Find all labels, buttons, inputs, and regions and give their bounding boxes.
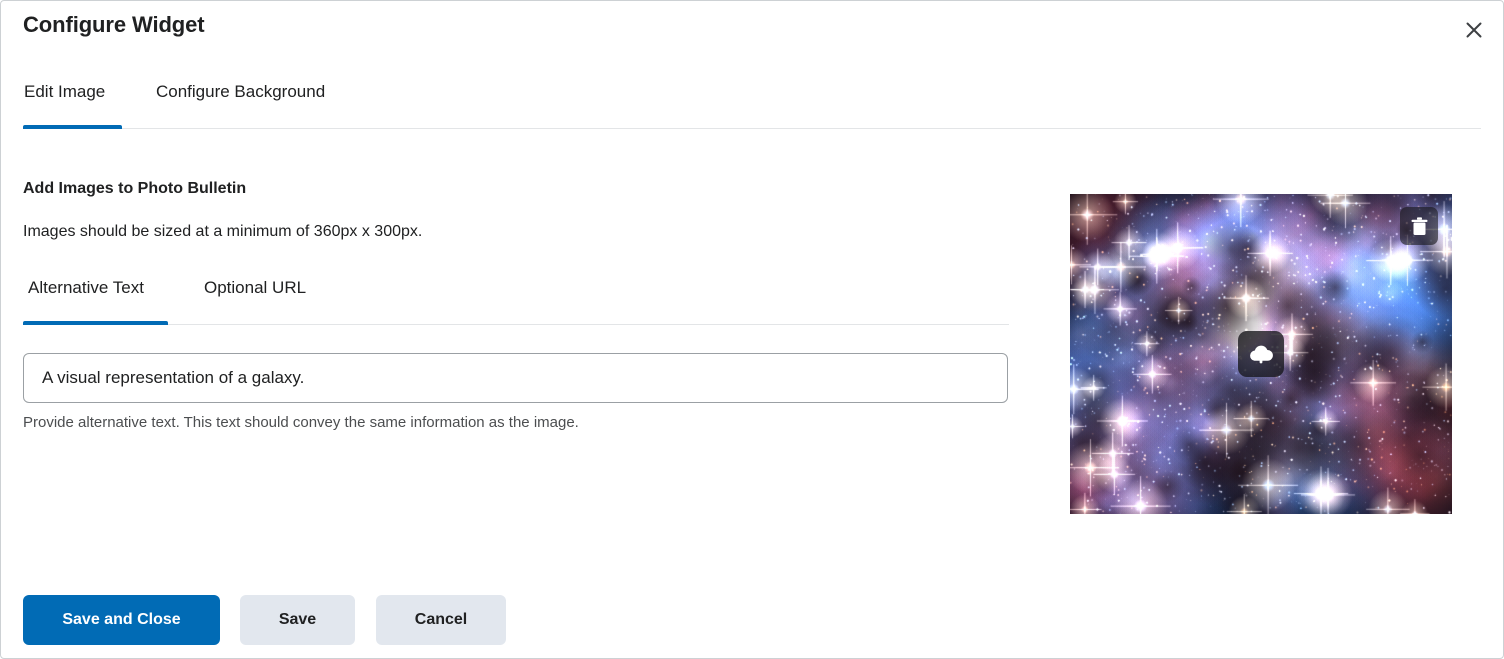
page-title: Configure Widget — [23, 12, 205, 38]
subtabs-divider — [23, 324, 1009, 325]
image-preview — [1070, 194, 1452, 514]
tab-edit-image[interactable]: Edit Image — [23, 81, 106, 117]
section-heading: Add Images to Photo Bulletin — [23, 180, 246, 198]
close-icon — [1465, 21, 1483, 39]
subtab-alternative-text[interactable]: Alternative Text — [27, 277, 145, 313]
subtab-optional-url[interactable]: Optional URL — [203, 277, 307, 313]
delete-image-button[interactable] — [1400, 207, 1438, 245]
trash-icon — [1411, 217, 1428, 236]
close-button[interactable] — [1457, 13, 1491, 47]
cloud-upload-icon — [1248, 343, 1274, 365]
alt-text-url-subtabs: Alternative Text Optional URL — [1, 277, 1009, 325]
alt-text-help: Provide alternative text. This text shou… — [23, 414, 579, 431]
primary-tabs: Edit Image Configure Background — [1, 81, 1503, 129]
active-subtab-indicator — [23, 321, 168, 325]
tab-configure-background[interactable]: Configure Background — [155, 81, 326, 117]
cancel-button[interactable]: Cancel — [376, 595, 506, 645]
save-button[interactable]: Save — [240, 595, 355, 645]
dialog-body: Add Images to Photo Bulletin Images shou… — [1, 129, 1503, 658]
dialog-header: Configure Widget — [1, 1, 1503, 57]
dialog-footer: Save and Close Save Cancel — [1, 584, 1503, 658]
save-and-close-button[interactable]: Save and Close — [23, 595, 220, 645]
configure-widget-dialog: Configure Widget Edit Image Configure Ba… — [0, 0, 1504, 659]
section-description: Images should be sized at a minimum of 3… — [23, 223, 422, 241]
upload-image-button[interactable] — [1238, 331, 1284, 377]
alt-text-input[interactable] — [23, 353, 1008, 403]
